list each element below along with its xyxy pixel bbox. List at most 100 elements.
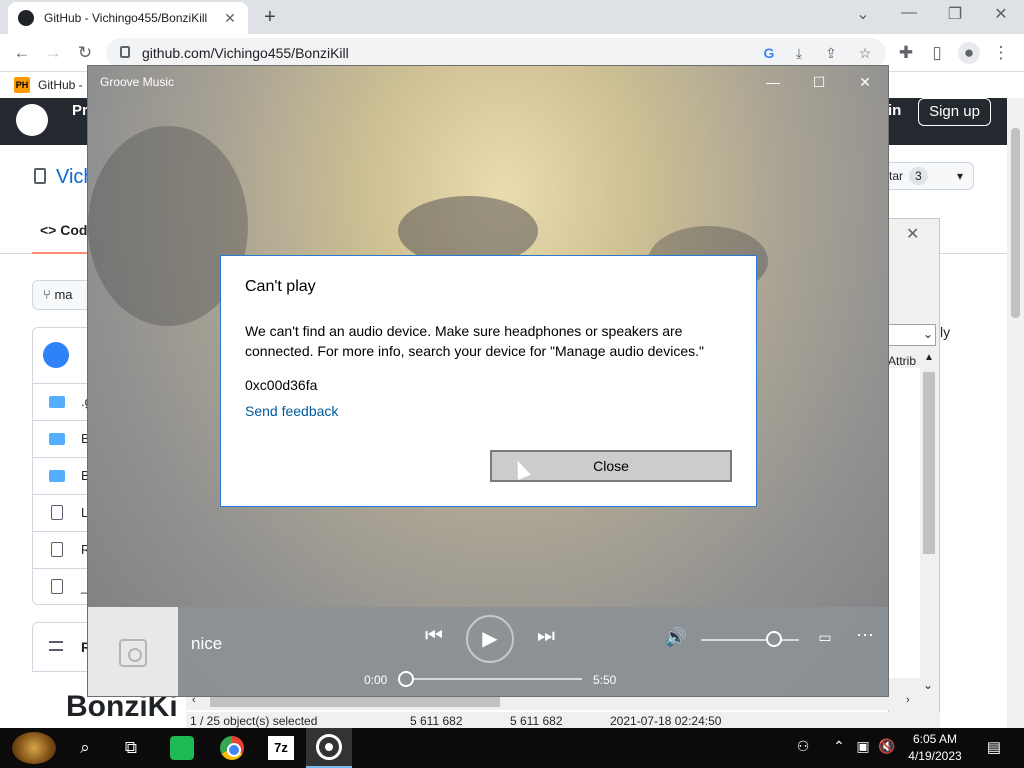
header-nav-product[interactable]: Pr: [72, 102, 88, 119]
file-manager-list: [888, 368, 920, 678]
dialog-title: Can't play: [245, 278, 316, 295]
tab-code[interactable]: <> Cod: [32, 214, 96, 254]
groove-minimize-button[interactable]: —: [758, 72, 788, 92]
star-dropdown-chevron-icon[interactable]: ▾: [957, 163, 963, 189]
album-art[interactable]: [88, 607, 178, 696]
file-manager-combo[interactable]: ⌄: [888, 324, 936, 346]
lock-icon: [120, 46, 130, 58]
committer-avatar[interactable]: [43, 342, 69, 368]
seven-zip-icon[interactable]: 7z: [268, 736, 294, 760]
start-button[interactable]: [12, 732, 56, 764]
green-app-icon[interactable]: [170, 736, 194, 760]
address-bar[interactable]: github.com/Vichingo455/BonziKill G ⤓ ⇪ ☆: [106, 38, 886, 68]
side-panel-icon[interactable]: ▯: [926, 42, 948, 64]
forward-button[interactable]: →: [42, 42, 64, 64]
google-translate-icon[interactable]: G: [760, 44, 778, 62]
file-manager-hscroll-thumb[interactable]: [210, 697, 500, 707]
track-title[interactable]: nice: [191, 634, 222, 654]
branch-icon: ⑂: [43, 287, 51, 302]
back-button[interactable]: ←: [11, 42, 33, 64]
page-scrollbar[interactable]: [1007, 98, 1024, 728]
file-manager-close-icon[interactable]: ✕: [906, 224, 919, 244]
sign-in-link[interactable]: in: [888, 102, 901, 119]
task-view-icon[interactable]: ⧉: [118, 736, 144, 760]
folder-icon: [49, 433, 65, 445]
scroll-down-icon[interactable]: ⌄: [923, 678, 933, 692]
search-icon[interactable]: ⌕: [72, 736, 98, 760]
github-logo-icon[interactable]: [16, 104, 48, 136]
groove-close-button[interactable]: ✕: [850, 72, 880, 92]
close-window-button[interactable]: ✕: [986, 4, 1016, 24]
volume-icon[interactable]: 🔊: [664, 627, 688, 648]
file-manager-label: ly: [940, 324, 951, 340]
chrome-tab-strip: GitHub - Vichingo455/BonziKill ✕ + ⌄ — ❐…: [0, 0, 1024, 34]
attributes-column-header[interactable]: Attrib: [888, 354, 916, 368]
reload-button[interactable]: ↻: [74, 42, 96, 64]
people-icon[interactable]: ⚇: [792, 738, 814, 755]
list-icon[interactable]: [49, 641, 63, 651]
repo-icon: [34, 168, 46, 184]
file-manager-vscroll-thumb[interactable]: [923, 372, 935, 554]
error-code: 0xc00d36fa: [245, 377, 318, 393]
chevron-down-icon: ⌄: [923, 327, 934, 341]
volume-slider[interactable]: [701, 639, 799, 641]
profile-avatar-icon[interactable]: ●: [958, 42, 980, 64]
more-options-icon[interactable]: ⋯: [854, 625, 876, 646]
bookmark-favicon-icon: PH: [14, 77, 30, 93]
tab-code-label: Cod: [60, 222, 88, 238]
window-title: Groove Music: [100, 75, 175, 89]
page-scroll-thumb[interactable]: [1011, 128, 1020, 318]
tab-search-chevron-icon[interactable]: ⌄: [848, 4, 878, 24]
status-size: 5 611 682: [410, 714, 463, 728]
bookmark-star-icon[interactable]: ☆: [856, 44, 874, 62]
taskbar-clock[interactable]: 6:05 AM 4/19/2023: [898, 731, 972, 765]
scroll-up-icon[interactable]: ▲: [924, 352, 934, 363]
install-app-icon[interactable]: ⤓: [790, 44, 808, 62]
show-hidden-icons-chevron[interactable]: ⌃: [828, 738, 850, 755]
sign-up-button[interactable]: Sign up: [918, 98, 991, 126]
tab-close-icon[interactable]: ✕: [222, 10, 238, 27]
minimize-button[interactable]: —: [894, 4, 924, 22]
tab-title: GitHub - Vichingo455/BonziKill: [44, 11, 208, 25]
code-icon: <>: [40, 222, 57, 238]
file-icon: [51, 505, 63, 520]
status-packed-size: 5 611 682: [510, 714, 563, 728]
folder-icon: [49, 470, 65, 482]
volume-slider-thumb[interactable]: [766, 631, 782, 647]
volume-muted-icon[interactable]: 🔇: [876, 738, 898, 755]
seek-bar[interactable]: [406, 678, 582, 680]
url-text: github.com/Vichingo455/BonziKill: [142, 45, 349, 61]
status-modified: 2021-07-18 02:24:50: [610, 714, 722, 728]
extensions-icon[interactable]: ✚: [895, 42, 917, 64]
album-placeholder-icon: [119, 639, 147, 667]
new-tab-button[interactable]: +: [258, 6, 282, 29]
scroll-right-icon[interactable]: ›: [906, 694, 910, 706]
previous-track-icon[interactable]: ⏮: [422, 625, 446, 648]
send-feedback-link[interactable]: Send feedback: [245, 403, 338, 419]
play-button[interactable]: ▶: [466, 615, 514, 663]
groove-titlebar[interactable]: Groove Music — ☐ ✕: [88, 66, 888, 98]
clock-time: 6:05 AM: [912, 732, 958, 746]
groove-music-icon: [316, 734, 342, 760]
track-duration: 5:50: [593, 673, 617, 687]
star-button[interactable]: tar 3 ▾: [876, 162, 974, 190]
file-manager-vscroll[interactable]: ▲ ⌄: [920, 352, 938, 694]
folder-icon: [49, 396, 65, 408]
seek-bar-thumb[interactable]: [398, 671, 414, 687]
groove-maximize-button[interactable]: ☐: [804, 72, 834, 92]
file-icon: [51, 542, 63, 557]
network-icon[interactable]: ▣: [852, 738, 874, 755]
bookmark-item[interactable]: GitHub -: [38, 78, 83, 92]
mini-player-icon[interactable]: ▭: [814, 629, 836, 646]
browser-tab[interactable]: GitHub - Vichingo455/BonziKill ✕: [8, 2, 248, 34]
share-icon[interactable]: ⇪: [822, 44, 840, 62]
menu-kebab-icon[interactable]: ⋮: [990, 42, 1012, 64]
restore-button[interactable]: ❐: [940, 4, 970, 24]
notification-center-icon[interactable]: ▤: [983, 737, 1005, 759]
chrome-icon[interactable]: [220, 736, 244, 760]
star-label: tar: [889, 169, 904, 183]
next-track-icon[interactable]: ⏭: [534, 625, 558, 648]
dialog-message: We can't find an audio device. Make sure…: [245, 323, 704, 359]
playback-bar: nice ⏮ ▶ ⏭ 🔊 ▭ ⋯ 0:00 5:50: [88, 607, 888, 696]
branch-label: ma: [54, 287, 73, 302]
